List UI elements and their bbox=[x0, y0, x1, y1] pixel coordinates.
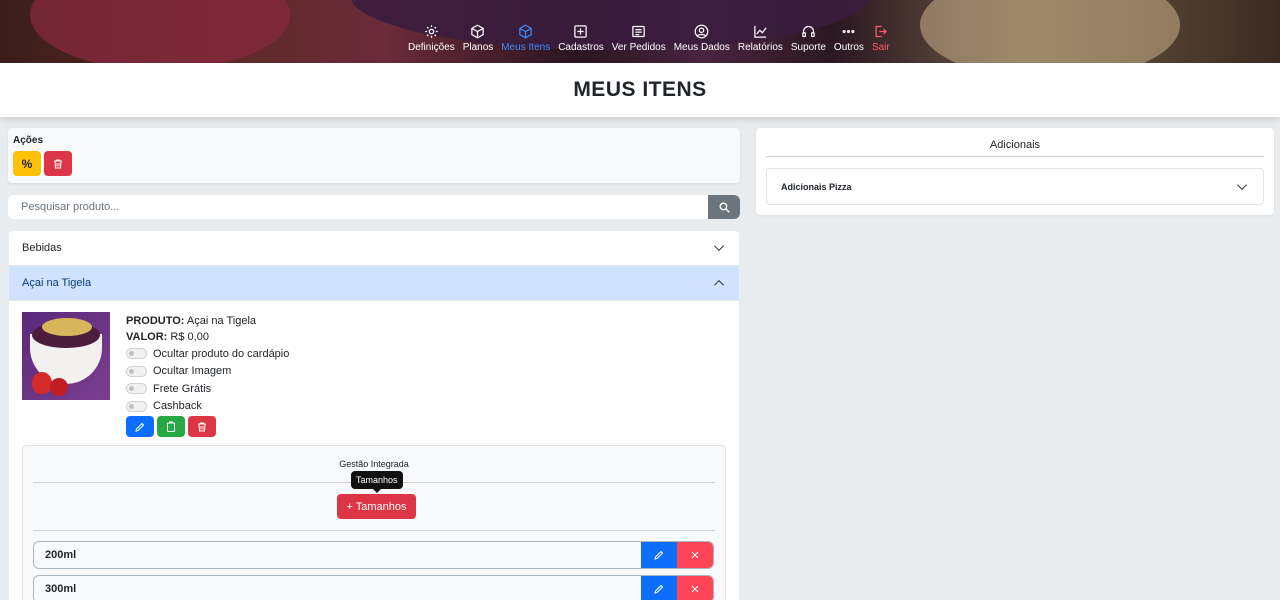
page-title: MEUS ITENS bbox=[573, 78, 707, 101]
nav-item-label: Meus Itens bbox=[501, 42, 551, 53]
category-header-bebidas[interactable]: Bebidas bbox=[9, 231, 739, 266]
nav-item-ver-pedidos[interactable]: Ver Pedidos bbox=[608, 24, 670, 53]
nav-item-label: Cadastros bbox=[558, 42, 604, 53]
add-sizes-button[interactable]: + Tamanhos bbox=[337, 494, 416, 519]
search-button[interactable] bbox=[708, 195, 740, 219]
cashback-toggle[interactable] bbox=[126, 400, 147, 412]
nav-item-label: Meus Dados bbox=[673, 42, 730, 53]
chevron-up-icon bbox=[714, 280, 724, 286]
category-label: Bebidas bbox=[22, 242, 62, 254]
adicionais-panel: Adicionais Adicionais Pizza bbox=[756, 128, 1274, 215]
ellipsis-icon bbox=[842, 29, 855, 34]
banner-decoration bbox=[920, 0, 1180, 63]
nav-item-sair[interactable]: Sair bbox=[868, 24, 894, 53]
nav-item-meus-dados[interactable]: Meus Dados bbox=[670, 24, 734, 53]
discount-button[interactable]: % bbox=[13, 151, 41, 176]
nav-item-suporte[interactable]: Suporte bbox=[787, 24, 830, 53]
clipboard-icon bbox=[167, 421, 175, 432]
headset-icon bbox=[802, 25, 815, 38]
product-image bbox=[22, 312, 110, 400]
close-icon bbox=[691, 551, 699, 559]
plus-square-icon bbox=[574, 25, 588, 38]
hide-product-toggle[interactable] bbox=[126, 348, 147, 360]
nav-item-label: Sair bbox=[871, 42, 890, 53]
pencil-icon bbox=[654, 550, 664, 560]
title-bar: MEUS ITENS bbox=[0, 63, 1280, 117]
nav-item-outros[interactable]: Outros bbox=[830, 24, 868, 53]
delete-size-button[interactable] bbox=[677, 576, 713, 600]
search-icon bbox=[718, 201, 730, 213]
tooltip: Tamanhos bbox=[351, 471, 403, 493]
nav-item-planos[interactable]: Planos bbox=[459, 24, 498, 53]
product-card: PRODUTO: Açai na Tigela VALOR: R$ 0,00 O… bbox=[9, 301, 739, 446]
user-circle-icon bbox=[694, 24, 709, 39]
toggle-label: Frete Grátis bbox=[153, 382, 212, 395]
list-icon bbox=[632, 25, 645, 38]
product-search bbox=[8, 195, 740, 219]
nav-item-label: Ver Pedidos bbox=[611, 42, 666, 53]
box-icon bbox=[471, 24, 485, 39]
categories-accordion: Bebidas Açai na Tigela PRODUTO: Açai na … bbox=[9, 231, 739, 600]
category-header-acai[interactable]: Açai na Tigela bbox=[9, 266, 739, 301]
chevron-down-icon bbox=[714, 245, 724, 251]
trash-icon bbox=[54, 159, 62, 168]
chevron-down-icon bbox=[1237, 183, 1247, 190]
toggle-label: Ocultar Imagem bbox=[153, 365, 232, 378]
delete-size-button[interactable] bbox=[677, 542, 713, 568]
size-row: 300ml bbox=[33, 575, 714, 600]
nav-item-label: Planos bbox=[462, 42, 494, 53]
size-label: 300ml bbox=[45, 583, 77, 595]
search-input[interactable] bbox=[8, 195, 708, 219]
header-banner: Definições Planos Meus Itens Cadastros V… bbox=[0, 0, 1280, 63]
nav-item-relatorios[interactable]: Relatórios bbox=[734, 24, 787, 53]
logout-icon bbox=[875, 25, 888, 38]
percent-icon: % bbox=[21, 156, 33, 171]
nav-item-cadastros[interactable]: Cadastros bbox=[554, 24, 608, 53]
adicionais-item-label: Adicionais Pizza bbox=[781, 181, 852, 192]
main-nav: Definições Planos Meus Itens Cadastros V… bbox=[404, 24, 894, 53]
product-price: R$ 0,00 bbox=[170, 331, 209, 343]
chart-line-icon bbox=[754, 25, 767, 38]
delete-product-button[interactable] bbox=[188, 416, 216, 437]
product-name-label: PRODUTO: bbox=[126, 315, 185, 327]
delete-all-button[interactable] bbox=[44, 151, 72, 176]
free-shipping-toggle[interactable] bbox=[126, 383, 147, 395]
category-label: Açai na Tigela bbox=[22, 277, 92, 289]
nav-item-label: Definições bbox=[408, 42, 455, 53]
integrated-management-panel: Gestão Integrada Tamanhos + Tamanhos 200… bbox=[22, 445, 726, 600]
pencil-icon bbox=[135, 422, 145, 432]
nav-item-label: Outros bbox=[833, 42, 864, 53]
banner-decoration bbox=[30, 0, 290, 63]
product-info: PRODUTO: Açai na Tigela VALOR: R$ 0,00 O… bbox=[126, 313, 289, 437]
edit-size-button[interactable] bbox=[641, 576, 677, 600]
toggle-label: Cashback bbox=[153, 400, 202, 413]
copy-product-button[interactable] bbox=[157, 416, 185, 437]
adicionais-item-pizza[interactable]: Adicionais Pizza bbox=[766, 168, 1264, 205]
actions-panel: Ações % bbox=[8, 128, 740, 183]
product-name: Açai na Tigela bbox=[186, 315, 257, 327]
gear-icon bbox=[425, 25, 438, 38]
nav-item-definicoes[interactable]: Definições bbox=[404, 24, 459, 53]
actions-label: Ações bbox=[13, 135, 44, 146]
nav-item-label: Suporte bbox=[790, 42, 826, 53]
hide-image-toggle[interactable] bbox=[126, 365, 147, 377]
toggle-label: Ocultar produto do cardápio bbox=[153, 347, 290, 360]
size-label: 200ml bbox=[45, 549, 77, 561]
edit-size-button[interactable] bbox=[641, 542, 677, 568]
size-row: 200ml bbox=[33, 541, 714, 569]
box-icon bbox=[519, 24, 532, 39]
edit-product-button[interactable] bbox=[126, 416, 154, 437]
nav-item-label: Relatórios bbox=[737, 42, 783, 53]
adicionais-title: Adicionais bbox=[766, 128, 1264, 157]
nav-item-meus-itens[interactable]: Meus Itens bbox=[497, 24, 554, 53]
panel-title: Gestão Integrada bbox=[339, 459, 409, 469]
trash-icon bbox=[198, 422, 206, 431]
pencil-icon bbox=[654, 584, 664, 594]
product-price-label: VALOR: bbox=[126, 331, 168, 343]
close-icon bbox=[691, 585, 699, 593]
